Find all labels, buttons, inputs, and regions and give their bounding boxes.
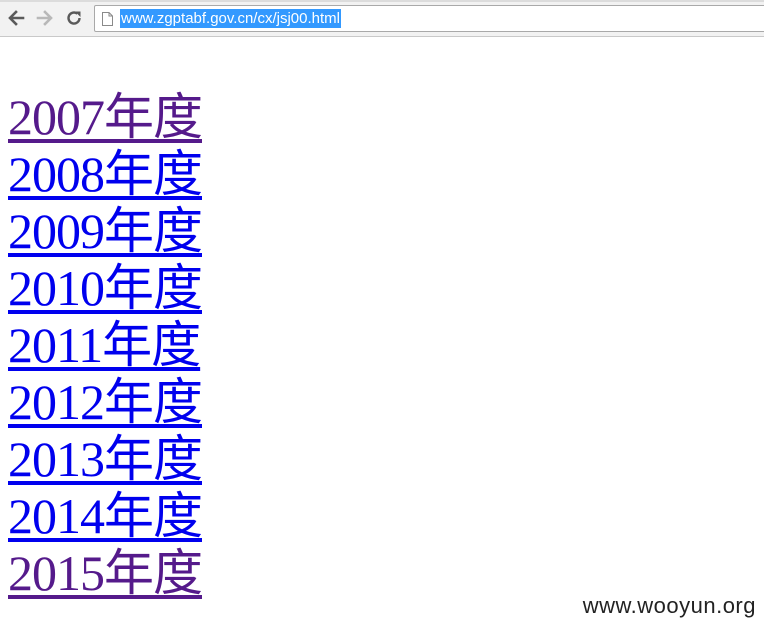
- back-button[interactable]: [5, 7, 27, 29]
- arrow-left-icon: [8, 10, 25, 26]
- list-item: 2011年度: [8, 313, 202, 373]
- year-link-2013[interactable]: 2013年度: [8, 431, 203, 487]
- year-link-2009[interactable]: 2009年度: [8, 203, 203, 259]
- list-item: 2010年度: [8, 256, 203, 316]
- tab-strip-edge: [0, 0, 764, 2]
- browser-toolbar: www.zgptabf.gov.cn/cx/jsj00.html: [0, 0, 764, 37]
- year-link-list: 2007年度 2008年度 2009年度 2010年度 2011年度 2012年…: [8, 85, 203, 601]
- forward-button[interactable]: [34, 7, 56, 29]
- reload-button[interactable]: [63, 7, 85, 29]
- year-link-2011[interactable]: 2011年度: [8, 317, 201, 373]
- year-link-2014[interactable]: 2014年度: [8, 488, 203, 544]
- list-item: 2012年度: [8, 370, 203, 430]
- list-item: 2015年度: [8, 541, 203, 601]
- arrow-right-icon: [36, 10, 53, 26]
- list-item: 2007年度: [8, 85, 203, 145]
- address-bar[interactable]: www.zgptabf.gov.cn/cx/jsj00.html: [94, 5, 764, 32]
- list-item: 2008年度: [8, 142, 203, 202]
- page-icon: [102, 12, 113, 26]
- url-text[interactable]: www.zgptabf.gov.cn/cx/jsj00.html: [120, 9, 341, 28]
- watermark-text: www.wooyun.org: [582, 593, 756, 618]
- list-item: 2009年度: [8, 199, 203, 259]
- year-link-2012[interactable]: 2012年度: [8, 374, 203, 430]
- year-link-2015[interactable]: 2015年度: [8, 545, 203, 601]
- list-item: 2014年度: [8, 484, 203, 544]
- year-link-2010[interactable]: 2010年度: [8, 260, 203, 316]
- year-link-2008[interactable]: 2008年度: [8, 146, 203, 202]
- year-link-2007[interactable]: 2007年度: [8, 89, 203, 145]
- reload-icon: [67, 11, 81, 25]
- list-item: 2013年度: [8, 427, 203, 487]
